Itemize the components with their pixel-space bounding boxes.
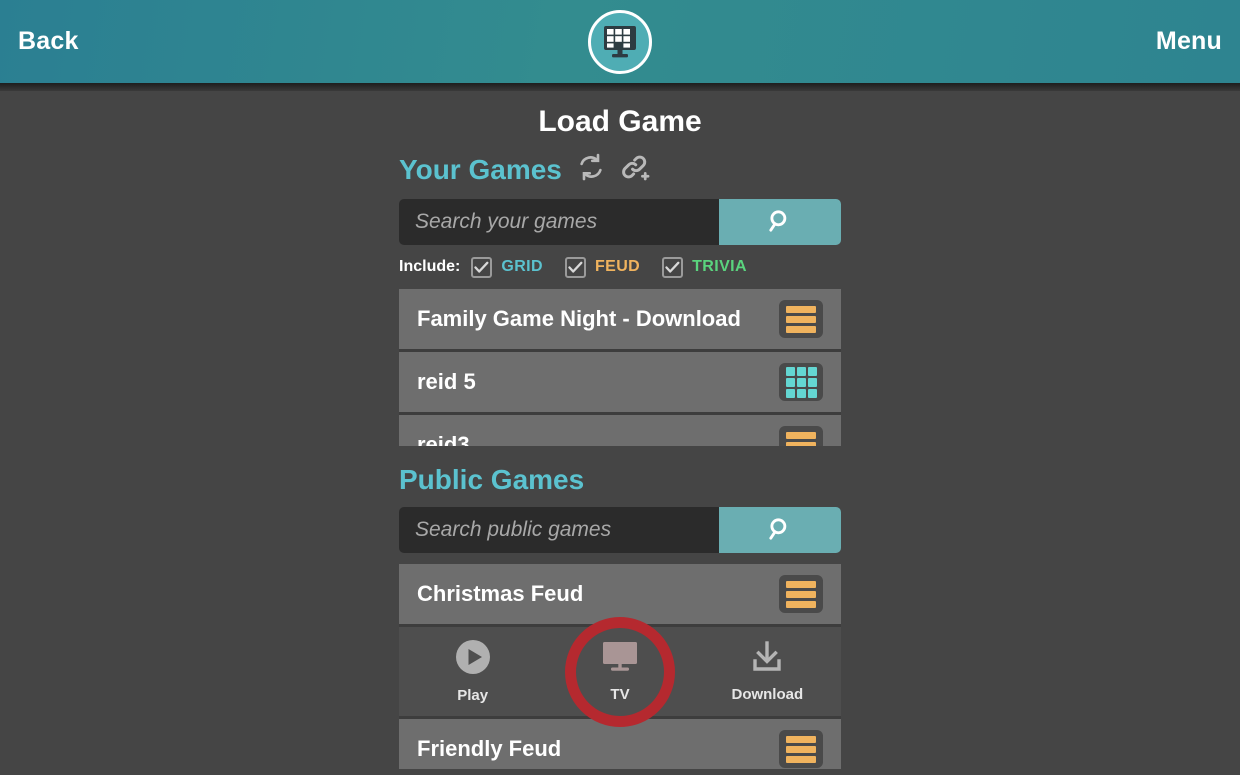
feud-type-icon: [779, 300, 823, 338]
feud-type-icon: [779, 575, 823, 613]
game-title: reid 5: [417, 369, 476, 394]
grid-type-icon: [779, 363, 823, 401]
public-games-search-input[interactable]: [399, 507, 719, 553]
game-actions-row: Play TV Download: [399, 627, 841, 719]
table-row[interactable]: reid 5: [399, 352, 841, 415]
game-title: Christmas Feud: [417, 581, 584, 606]
download-button[interactable]: Download: [694, 640, 841, 703]
play-label: Play: [457, 687, 489, 704]
menu-button[interactable]: Menu: [1138, 29, 1240, 54]
link-add-icon[interactable]: [620, 152, 652, 187]
tv-label: TV: [610, 686, 630, 703]
your-games-header: Your Games: [399, 152, 841, 187]
public-games-section: Public Games Christmas Feud: [399, 466, 841, 769]
search-icon: [767, 208, 793, 237]
include-label: Include:: [399, 258, 461, 275]
header-shadow: [0, 83, 1240, 91]
game-title: reid3: [417, 432, 470, 446]
checkbox-feud[interactable]: [564, 256, 586, 278]
table-row[interactable]: Family Game Night - Download: [399, 289, 841, 352]
your-games-search-input[interactable]: [399, 199, 719, 245]
your-games-searchbar: [399, 199, 841, 245]
tv-icon: [600, 640, 640, 679]
your-games-title: Your Games: [399, 153, 562, 185]
download-icon: [749, 640, 785, 679]
your-games-search-button[interactable]: [719, 199, 841, 245]
app-logo[interactable]: [588, 10, 652, 74]
feud-type-icon: [779, 730, 823, 768]
refresh-icon[interactable]: [576, 152, 606, 187]
public-games-header: Public Games: [399, 466, 841, 494]
search-icon: [767, 516, 793, 545]
public-games-search-button[interactable]: [719, 507, 841, 553]
game-title: Family Game Night - Download: [417, 306, 741, 331]
play-button[interactable]: Play: [399, 639, 546, 704]
include-filters: Include: GRID FEUD TRIVIA: [399, 255, 841, 279]
your-games-section: Your Games Search your games Include: GR…: [399, 152, 841, 446]
filter-label-feud[interactable]: FEUD: [595, 258, 640, 276]
filter-label-grid[interactable]: GRID: [501, 258, 543, 276]
table-row[interactable]: Friendly Feud: [399, 719, 841, 769]
your-games-list[interactable]: Family Game Night - Download reid 5 reid…: [399, 289, 841, 446]
back-button[interactable]: Back: [0, 29, 97, 54]
page-title: Load Game: [538, 105, 702, 138]
tv-grid-logo-icon: [601, 25, 639, 59]
feud-type-icon: [779, 426, 823, 446]
table-row[interactable]: Christmas Feud: [399, 564, 841, 627]
filter-label-trivia[interactable]: TRIVIA: [692, 258, 747, 276]
download-label: Download: [731, 686, 804, 703]
checkbox-grid[interactable]: [471, 256, 493, 278]
public-games-title: Public Games: [399, 464, 585, 495]
public-games-searchbar: [399, 507, 841, 553]
table-row[interactable]: reid3: [399, 415, 841, 446]
public-games-list[interactable]: Christmas Feud Play TV Download Friendly…: [399, 564, 841, 769]
play-icon: [455, 639, 491, 680]
game-title: Friendly Feud: [417, 736, 562, 761]
tv-button[interactable]: TV: [546, 640, 693, 703]
checkbox-trivia[interactable]: [662, 256, 684, 278]
